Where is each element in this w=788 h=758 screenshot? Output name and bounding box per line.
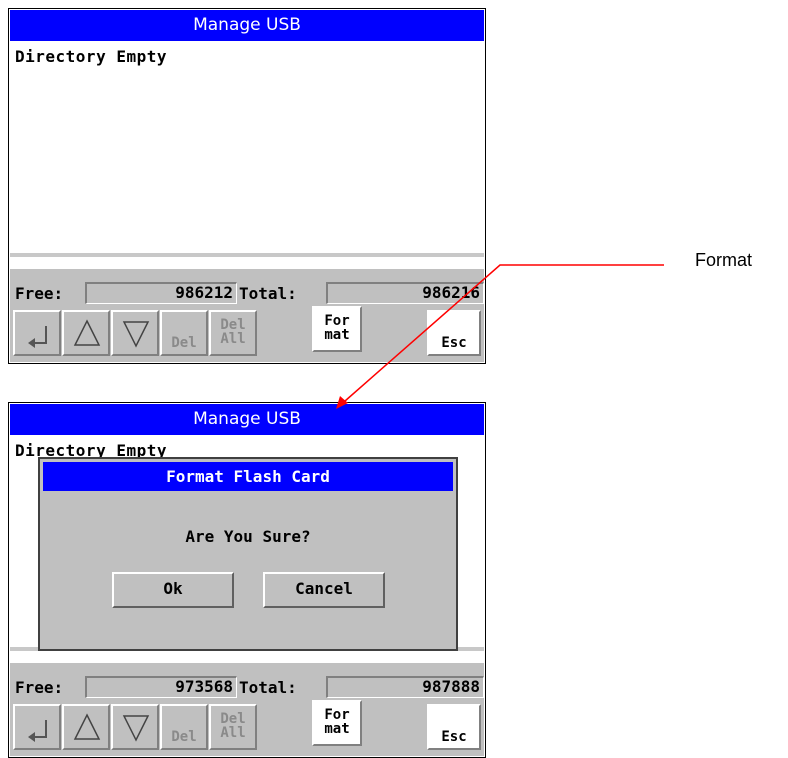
arrowhead-icon — [336, 396, 348, 409]
callout-line — [344, 264, 664, 402]
callout-arrow — [336, 264, 664, 409]
